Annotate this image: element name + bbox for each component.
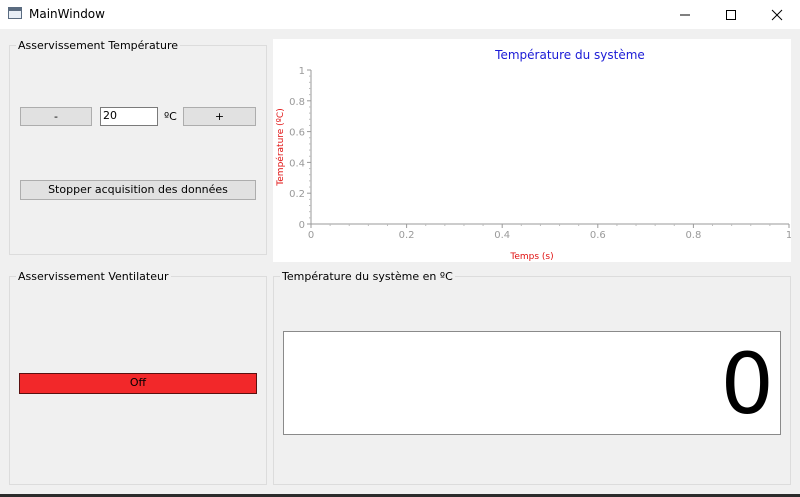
chart-title: Température du système: [494, 48, 645, 62]
y-axis-label: Température (ºC): [275, 108, 286, 186]
temperature-control-title: Asservissement Température: [16, 39, 181, 52]
y-tick-label: 0: [299, 220, 305, 231]
temperature-chart-svg: Température du système 0 0.2 0.4 0.6 0.8 1 0 0.2…: [275, 48, 792, 262]
temperature-control-group: Asservissement Température: [9, 39, 267, 255]
minimize-button[interactable]: [662, 0, 708, 29]
y-tick-label: 0.4: [289, 158, 305, 169]
y-tick-label: 1: [299, 66, 305, 77]
x-tick-label: 0.2: [399, 230, 415, 241]
temperature-lcd-value: 0: [720, 335, 774, 433]
window-icon: [8, 7, 22, 19]
window-title: MainWindow: [29, 7, 105, 21]
title-bar: MainWindow: [0, 0, 800, 29]
minimize-icon: [680, 14, 690, 16]
temperature-setpoint-input[interactable]: 20: [100, 107, 158, 126]
increase-temperature-button[interactable]: +: [183, 107, 256, 126]
y-tick-label: 0.8: [289, 97, 305, 108]
fan-control-title: Asservissement Ventilateur: [16, 270, 171, 283]
close-button[interactable]: [754, 0, 800, 29]
x-tick-label: 1: [786, 230, 791, 241]
temperature-chart: Température du système 0 0.2 0.4 0.6 0.8 1 0 0.2…: [273, 39, 792, 262]
maximize-button[interactable]: [708, 0, 754, 29]
x-tick-label: 0: [308, 230, 314, 241]
temperature-display-title: Température du système en ºC: [280, 270, 455, 283]
x-tick-label: 0.8: [685, 230, 701, 241]
temperature-unit-label: ºC: [164, 110, 177, 123]
fan-toggle-button[interactable]: Off: [19, 373, 257, 394]
y-tick-label: 0.2: [289, 189, 305, 200]
maximize-icon: [726, 10, 736, 20]
temperature-lcd-display: 0: [283, 331, 781, 435]
x-axis-label: Temps (s): [509, 252, 553, 262]
x-tick-label: 0.4: [494, 230, 510, 241]
y-tick-label: 0.6: [289, 128, 305, 139]
stop-acquisition-button[interactable]: Stopper acquisition des données: [20, 180, 256, 200]
x-tick-label: 0.6: [590, 230, 606, 241]
decrease-temperature-button[interactable]: -: [20, 107, 92, 126]
close-icon: [771, 9, 783, 21]
